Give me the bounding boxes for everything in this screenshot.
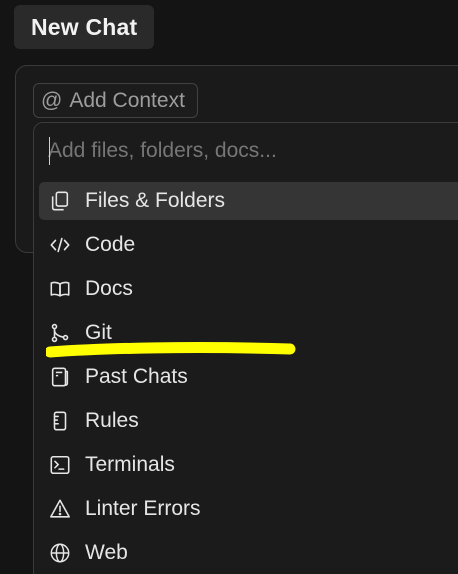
menu-item-git[interactable]: Git (39, 314, 458, 352)
tab-label: New Chat (31, 13, 138, 40)
menu-item-linter-errors[interactable]: Linter Errors (39, 490, 458, 528)
menu-item-files-folders[interactable]: Files & Folders (39, 182, 458, 220)
menu-item-web[interactable]: Web (39, 534, 458, 572)
chat-window: New Chat @ Add Context Files & Folders (0, 0, 458, 574)
book-icon (47, 276, 73, 302)
git-branch-icon (47, 320, 73, 346)
menu-item-label: Files & Folders (85, 189, 226, 212)
menu-item-terminals[interactable]: Terminals (39, 446, 458, 484)
context-menu: Files & Folders Code Docs (33, 122, 458, 574)
menu-item-label: Past Chats (85, 365, 188, 388)
menu-item-label: Code (85, 233, 136, 256)
menu-item-label: Terminals (85, 453, 175, 476)
menu-item-label: Git (85, 321, 112, 344)
rules-icon (47, 408, 73, 434)
terminal-icon (47, 452, 73, 478)
add-context-label: Add Context (69, 88, 185, 112)
menu-item-docs[interactable]: Docs (39, 270, 458, 308)
menu-item-code[interactable]: Code (39, 226, 458, 264)
context-search (34, 123, 458, 179)
menu-item-label: Linter Errors (85, 497, 201, 520)
context-search-input[interactable] (48, 139, 448, 163)
past-chats-icon (47, 364, 73, 390)
globe-icon (47, 540, 73, 566)
tab-new-chat[interactable]: New Chat (14, 5, 155, 49)
menu-item-label: Docs (85, 277, 133, 300)
warning-icon (47, 496, 73, 522)
add-context-button[interactable]: @ Add Context (33, 83, 198, 118)
menu-item-rules[interactable]: Rules (39, 402, 458, 440)
menu-item-label: Web (85, 541, 128, 564)
text-cursor (49, 137, 50, 165)
files-icon (47, 188, 73, 214)
at-icon: @ (41, 88, 63, 112)
menu-item-label: Rules (85, 409, 139, 432)
code-icon (47, 232, 73, 258)
menu-item-past-chats[interactable]: Past Chats (39, 358, 458, 396)
